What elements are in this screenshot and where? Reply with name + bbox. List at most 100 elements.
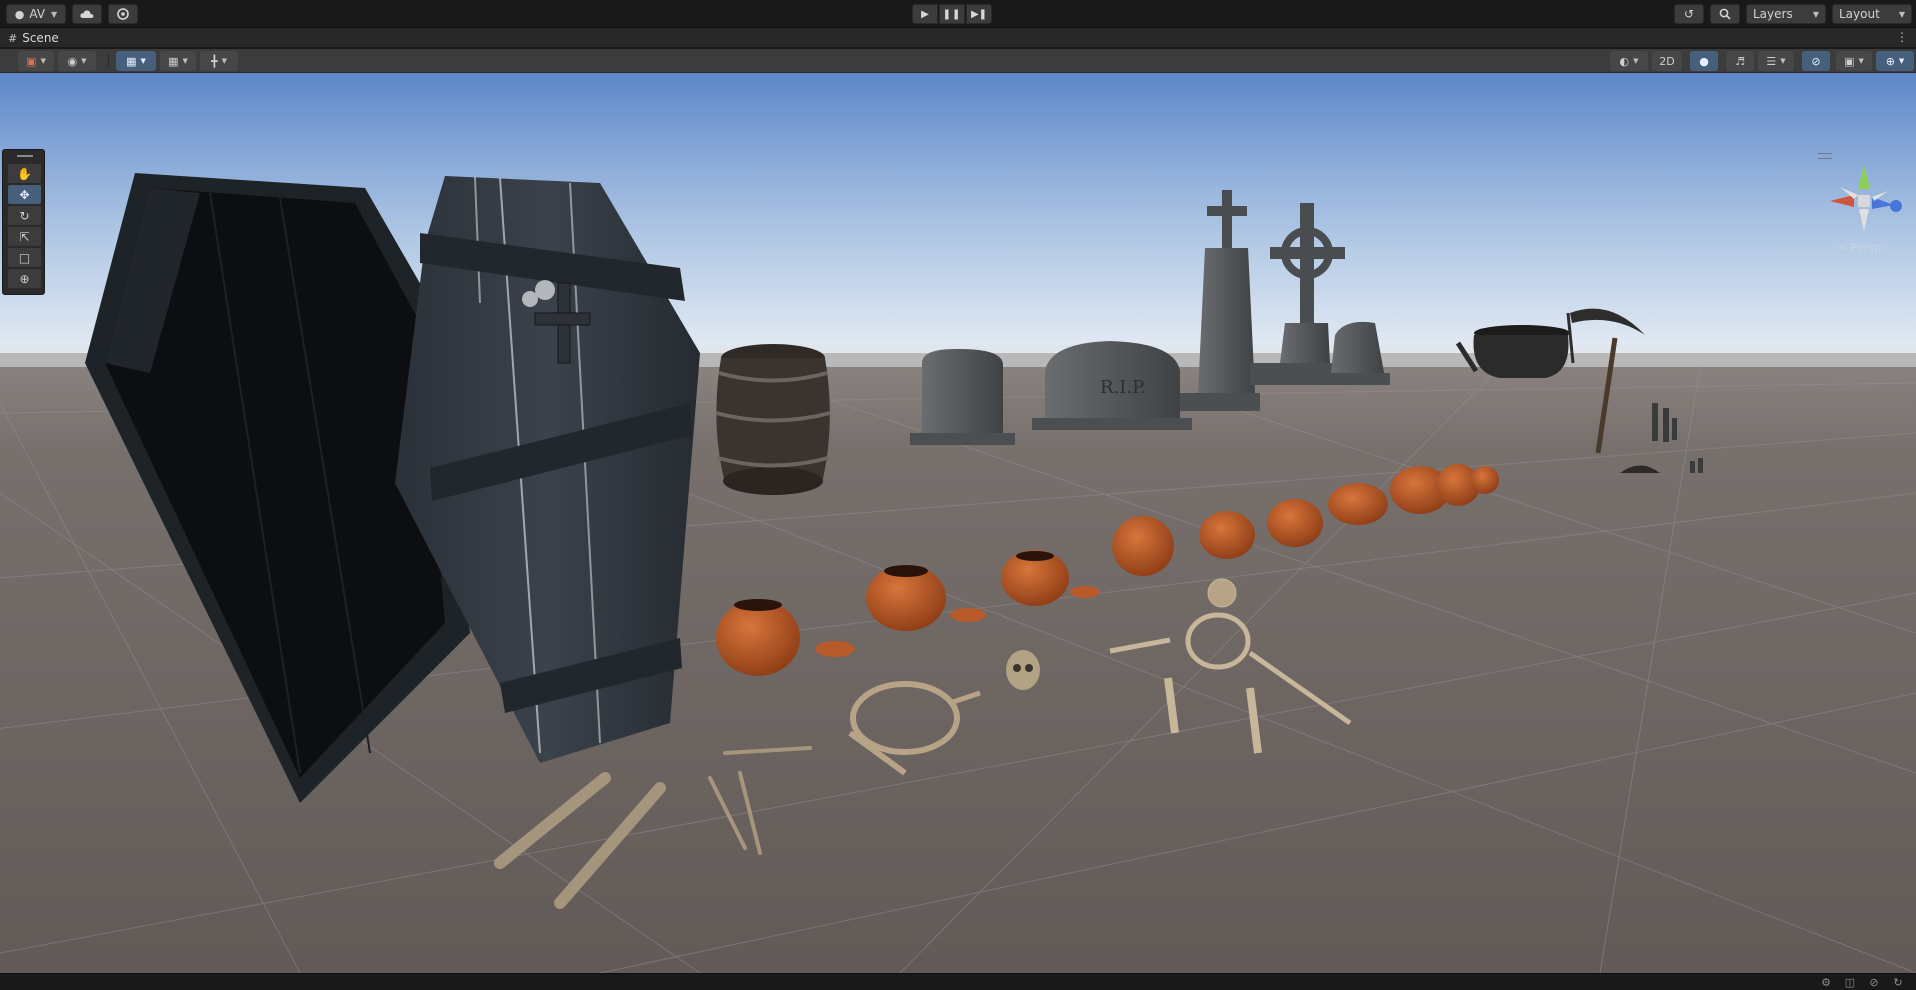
projection-label[interactable]: < Persp	[1838, 241, 1881, 254]
tab-scene-label: Scene	[22, 31, 59, 45]
account-label: AV	[29, 7, 46, 21]
globe-icon: ◉	[67, 54, 78, 68]
chevron-down-icon: ▼	[1812, 9, 1819, 19]
playback-controls: ▶ ❚❚ ▶❚	[912, 4, 993, 24]
speaker-icon: ♬	[1735, 54, 1745, 68]
grid-visibility-dropdown[interactable]: ▦ ▼	[160, 51, 196, 71]
hidden-objects-toggle[interactable]: ⊘	[1802, 51, 1830, 71]
grid-snapping-dropdown[interactable]: ▦ ▼	[116, 51, 156, 71]
draw-mode-dropdown[interactable]: ◐ ▼	[1610, 51, 1648, 71]
chevron-down-icon: ▼	[1898, 9, 1905, 19]
move-arrows-icon: ✥	[19, 187, 30, 202]
gizmo-icon: ⊕	[1885, 54, 1895, 68]
gizmo-neg-y-axis[interactable]	[1859, 209, 1869, 231]
main-toolbar: ● AV ▼ ▶ ❚❚ ▶❚ ↺ Layers ▼ Layout ▼	[0, 0, 1916, 28]
palette-grip-icon[interactable]	[17, 155, 33, 157]
global-local-dropdown[interactable]: ◉ ▼	[58, 51, 96, 71]
tombstone-small[interactable]	[910, 348, 1015, 445]
chevron-down-icon: ▼	[221, 57, 227, 65]
shading-icon: ◐	[1619, 54, 1630, 68]
play-icon: ▶	[921, 8, 929, 20]
increment-snapping-dropdown[interactable]: ╋ ▼	[200, 51, 238, 71]
chevron-down-icon: ▼	[1858, 57, 1864, 65]
chevron-down-icon: ▼	[182, 57, 188, 65]
transform-icon: ⊕	[19, 271, 30, 286]
layers-label: Layers	[1753, 7, 1793, 21]
cloud-icon	[80, 10, 94, 18]
settings-icon	[117, 8, 129, 20]
chevron-down-icon: ▼	[140, 57, 146, 65]
account-dropdown[interactable]: ● AV ▼	[6, 4, 66, 24]
account-icon: ●	[14, 7, 25, 21]
gizmos-dropdown[interactable]: ⊕ ▼	[1876, 51, 1914, 71]
rotate-icon: ↻	[19, 208, 30, 223]
layout-dropdown[interactable]: Layout ▼	[1832, 4, 1912, 24]
kebab-menu-icon[interactable]: ⋮	[1896, 30, 1908, 44]
gizmo-neg-x-axis[interactable]	[1872, 191, 1888, 201]
progress-icon[interactable]: ↻	[1890, 975, 1906, 990]
bug-icon[interactable]: ⚙	[1818, 975, 1834, 990]
tab-bar: # Scene ⋮	[0, 28, 1916, 48]
search-button[interactable]	[1710, 4, 1740, 24]
ruler-icon: ╋	[210, 54, 218, 68]
database-icon[interactable]: ◫	[1842, 975, 1858, 990]
tab-scene[interactable]: # Scene	[0, 28, 69, 48]
scale-tool[interactable]: ⇱	[8, 227, 41, 246]
toolbar-separator	[108, 54, 109, 68]
scene-viewport[interactable]: R.I.P. ✋ ✥ ↻ ⇱ □ ⊕ < Persp	[0, 73, 1916, 973]
effects-icon: ☰	[1766, 54, 1777, 68]
camera-settings-dropdown[interactable]: ▣ ▼	[1836, 51, 1872, 71]
scale-icon: ⇱	[19, 229, 30, 244]
chevron-down-icon: ▼	[81, 57, 87, 65]
grid-snap-icon: ▦	[126, 54, 137, 68]
chevron-down-icon: ▼	[1898, 57, 1905, 65]
barrel[interactable]	[715, 344, 831, 495]
hand-icon: ✋	[17, 166, 32, 181]
gizmo-x-axis[interactable]	[1830, 195, 1854, 207]
history-icon: ↺	[1683, 7, 1695, 21]
effects-dropdown[interactable]: ☰ ▼	[1758, 51, 1794, 71]
audio-toggle[interactable]: ♬	[1726, 51, 1754, 71]
chevron-down-icon: ▼	[1780, 57, 1786, 65]
rect-tool[interactable]: □	[8, 248, 41, 267]
gizmo-y-axis[interactable]	[1858, 165, 1870, 189]
scene-toolbar: ▣ ▼ ◉ ▼ ▦ ▼ ▦ ▼ ╋ ▼ ◐ ▼ 2D ● ♬ ☰ ▼ ⊘ ▣ ▼ ⊕ ▼	[0, 49, 1916, 73]
move-tool[interactable]: ✥	[8, 185, 41, 204]
layers-dropdown[interactable]: Layers ▼	[1746, 4, 1826, 24]
tools-palette: ✋ ✥ ↻ ⇱ □ ⊕	[2, 149, 45, 295]
scene-grid-icon: #	[8, 31, 18, 45]
hand-tool[interactable]: ✋	[8, 164, 41, 183]
transform-tool[interactable]: ⊕	[8, 269, 41, 288]
scene-render[interactable]: R.I.P.	[0, 73, 1916, 973]
rotate-tool[interactable]: ↻	[8, 206, 41, 225]
gizmo-z-cap	[1890, 200, 1902, 212]
step-icon: ▶❚	[970, 8, 988, 20]
pause-button[interactable]: ❚❚	[939, 4, 965, 24]
camera-icon: ▣	[1844, 54, 1855, 68]
status-bar: ⚙ ◫ ⊘ ↻	[0, 973, 1916, 990]
lightbulb-icon: ●	[1699, 54, 1709, 68]
tombstone-text: R.I.P.	[1100, 377, 1146, 398]
gizmo-center[interactable]	[1858, 195, 1870, 207]
toggle-2d-label: 2D	[1659, 54, 1675, 68]
cauldron[interactable]	[1455, 325, 1570, 378]
cloud-button[interactable]	[72, 4, 102, 24]
history-button[interactable]: ↺	[1674, 4, 1704, 24]
toggle-2d-button[interactable]: 2D	[1652, 51, 1682, 71]
tombstone-rip[interactable]: R.I.P.	[1032, 341, 1192, 430]
rect-transform-icon: □	[18, 250, 31, 265]
step-button[interactable]: ▶❚	[966, 4, 992, 24]
services-button[interactable]	[108, 4, 138, 24]
tool-handle-dropdown[interactable]: ▣ ▼	[18, 51, 54, 71]
chevron-down-icon: ▼	[40, 57, 46, 65]
grid-icon: ▦	[168, 54, 179, 68]
chevron-down-icon: ▼	[1633, 57, 1639, 65]
lighting-toggle[interactable]: ●	[1690, 51, 1718, 71]
chevron-down-icon: ▼	[51, 9, 58, 19]
play-button[interactable]: ▶	[912, 4, 938, 24]
skull[interactable]	[1006, 650, 1040, 690]
search-icon	[1719, 8, 1731, 20]
auto-refresh-icon[interactable]: ⊘	[1866, 975, 1882, 990]
pivot-icon: ▣	[26, 54, 37, 68]
layout-label: Layout	[1839, 7, 1880, 21]
